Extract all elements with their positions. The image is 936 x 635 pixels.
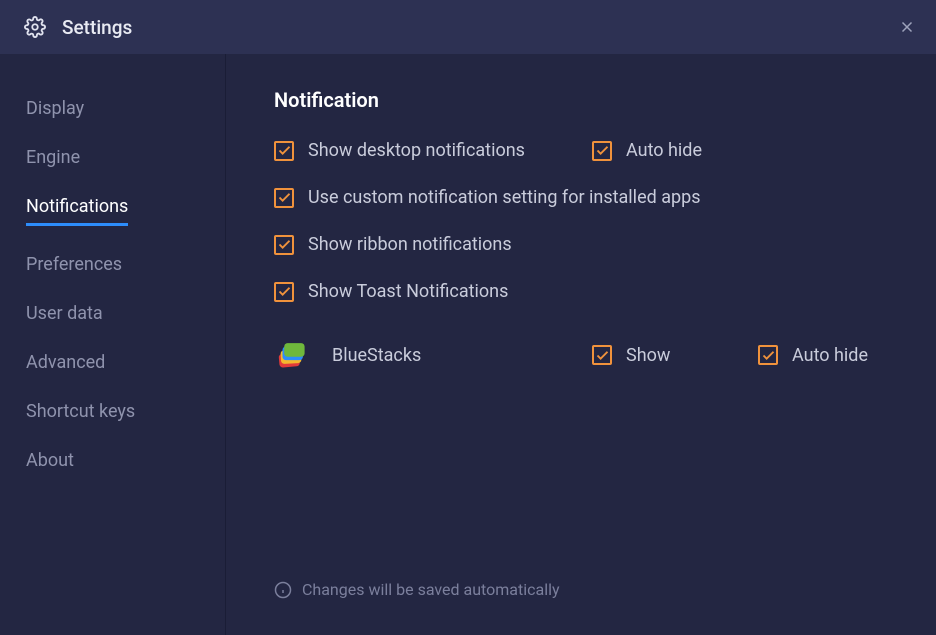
main-panel: Notification Show desktop notifications … bbox=[226, 54, 936, 635]
section-title: Notification bbox=[274, 88, 896, 112]
close-icon[interactable] bbox=[898, 18, 916, 36]
sidebar-item-user-data[interactable]: User data bbox=[0, 289, 225, 338]
checkbox-group-app-show: Show bbox=[592, 345, 758, 366]
check-icon bbox=[595, 348, 610, 363]
sidebar-item-shortcut-keys[interactable]: Shortcut keys bbox=[0, 387, 225, 436]
sidebar-item-label: Preferences bbox=[26, 254, 122, 275]
checkbox-label: Auto hide bbox=[626, 140, 702, 161]
bluestacks-icon bbox=[274, 338, 308, 372]
check-icon bbox=[761, 348, 776, 363]
gear-icon bbox=[24, 16, 46, 38]
header-left: Settings bbox=[24, 16, 132, 39]
app-row: BlueStacks Show Auto hide bbox=[274, 338, 896, 372]
checkbox-label: Show Toast Notifications bbox=[308, 281, 508, 302]
sidebar-item-engine[interactable]: Engine bbox=[0, 133, 225, 182]
check-icon bbox=[277, 284, 292, 299]
sidebar-item-label: Display bbox=[26, 98, 84, 119]
header-title: Settings bbox=[62, 16, 132, 39]
checkbox-label: Show bbox=[626, 345, 670, 366]
settings-header: Settings bbox=[0, 0, 936, 54]
sidebar-item-preferences[interactable]: Preferences bbox=[0, 240, 225, 289]
check-icon bbox=[277, 190, 292, 205]
footer-note: Changes will be saved automatically bbox=[274, 580, 560, 599]
sidebar-item-advanced[interactable]: Advanced bbox=[0, 338, 225, 387]
checkbox-ribbon-notifications[interactable] bbox=[274, 235, 294, 255]
checkbox-desktop-notifications[interactable] bbox=[274, 141, 294, 161]
checkbox-group-app-auto-hide: Auto hide bbox=[758, 345, 868, 366]
info-icon bbox=[274, 581, 292, 599]
checkbox-app-show[interactable] bbox=[592, 345, 612, 365]
sidebar-item-display[interactable]: Display bbox=[0, 84, 225, 133]
checkbox-label: Show ribbon notifications bbox=[308, 234, 512, 255]
checkbox-app-auto-hide[interactable] bbox=[758, 345, 778, 365]
check-icon bbox=[595, 143, 610, 158]
checkbox-toast-notifications[interactable] bbox=[274, 282, 294, 302]
checkbox-auto-hide[interactable] bbox=[592, 141, 612, 161]
checkbox-group-desktop: Show desktop notifications bbox=[274, 140, 592, 161]
sidebar-item-about[interactable]: About bbox=[0, 436, 225, 485]
checkbox-label: Show desktop notifications bbox=[308, 140, 525, 161]
checkbox-group-ribbon: Show ribbon notifications bbox=[274, 234, 512, 255]
checkbox-label: Auto hide bbox=[792, 345, 868, 366]
sidebar-item-label: Engine bbox=[26, 147, 80, 168]
checkbox-label: Use custom notification setting for inst… bbox=[308, 187, 701, 208]
checkbox-row: Use custom notification setting for inst… bbox=[274, 187, 896, 208]
sidebar-item-label: User data bbox=[26, 303, 103, 324]
check-icon bbox=[277, 237, 292, 252]
sidebar-item-notifications[interactable]: Notifications bbox=[0, 182, 225, 240]
checkbox-row: Show Toast Notifications bbox=[274, 281, 896, 302]
sidebar-item-label: Notifications bbox=[26, 196, 128, 226]
body: Display Engine Notifications Preferences… bbox=[0, 54, 936, 635]
sidebar-item-label: Shortcut keys bbox=[26, 401, 135, 422]
check-icon bbox=[277, 143, 292, 158]
checkbox-group-toast: Show Toast Notifications bbox=[274, 281, 508, 302]
checkbox-group-auto-hide: Auto hide bbox=[592, 140, 702, 161]
sidebar-item-label: Advanced bbox=[26, 352, 105, 373]
app-name: BlueStacks bbox=[332, 345, 421, 366]
footer-text: Changes will be saved automatically bbox=[302, 580, 560, 599]
checkbox-row: Show desktop notifications Auto hide bbox=[274, 140, 896, 161]
sidebar-item-label: About bbox=[26, 450, 74, 471]
checkbox-group-custom: Use custom notification setting for inst… bbox=[274, 187, 701, 208]
checkbox-row: Show ribbon notifications bbox=[274, 234, 896, 255]
checkbox-custom-setting[interactable] bbox=[274, 188, 294, 208]
sidebar: Display Engine Notifications Preferences… bbox=[0, 54, 226, 635]
